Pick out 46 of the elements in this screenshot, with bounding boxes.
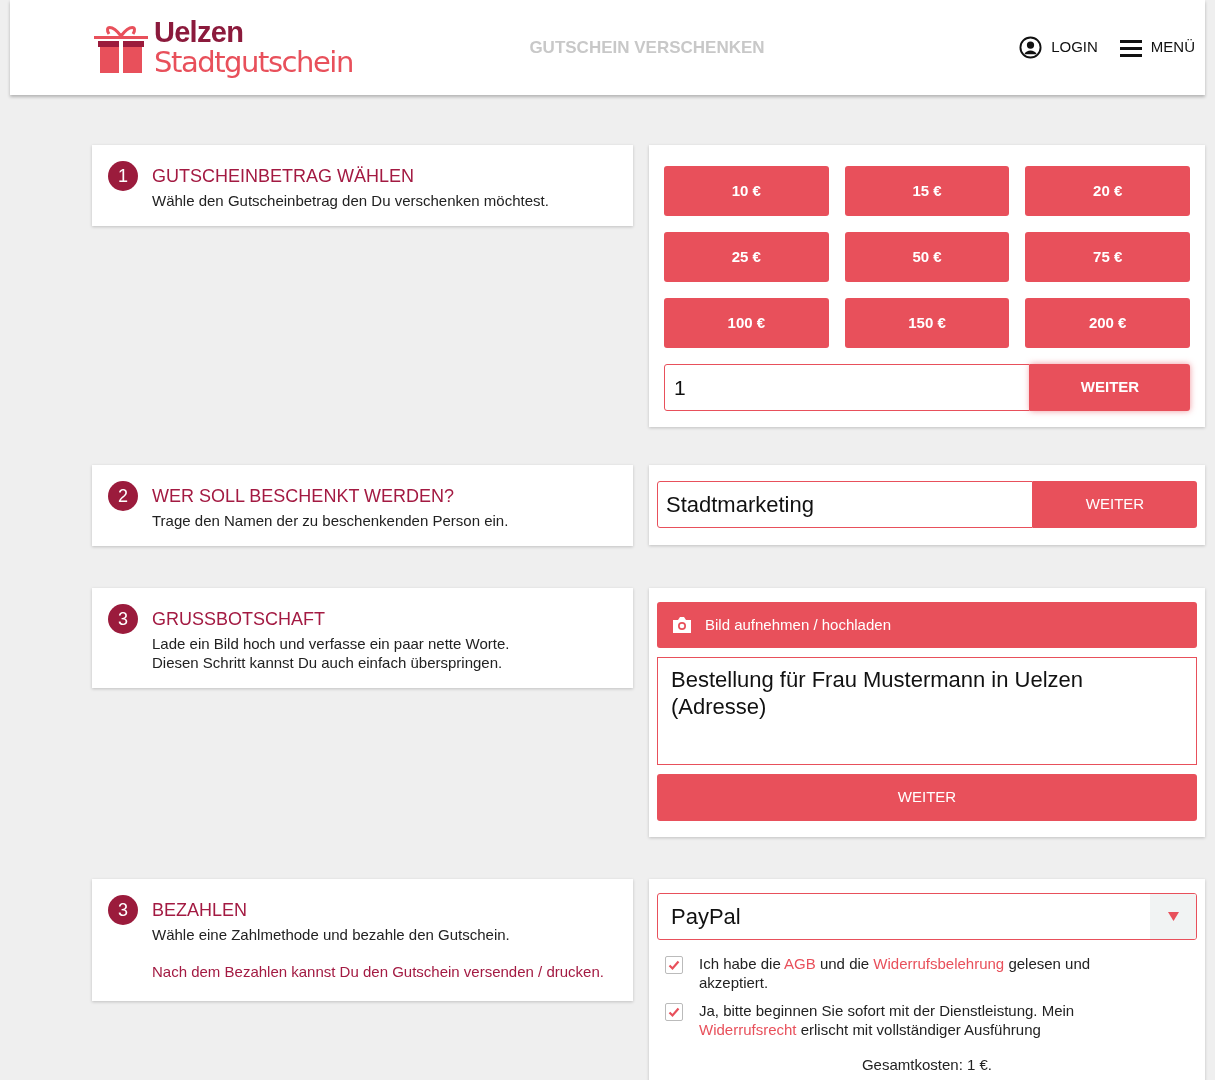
amount-button[interactable]: 10 € <box>664 166 829 216</box>
step-number: 3 <box>108 604 138 634</box>
continue-button[interactable]: WEITER <box>657 774 1197 821</box>
payment-method-select[interactable]: PayPal <box>657 893 1197 940</box>
step-number: 2 <box>108 481 138 511</box>
amount-button[interactable]: 100 € <box>664 298 829 348</box>
step-description: Wähle den Gutscheinbetrag den Du verschenken möchtest. <box>152 191 549 210</box>
step-description: Trage den Namen der zu beschenkenden Person ein. <box>152 511 509 530</box>
total-cost: Gesamtkosten: 1 €. <box>860 1055 994 1075</box>
step-title: GUTSCHEINBETRAG WÄHLEN <box>152 165 416 187</box>
camera-icon <box>671 616 693 634</box>
message-field[interactable]: Bestellung für Frau Mustermann in Uelzen (Adresse) <box>657 657 1197 765</box>
upload-button[interactable]: Bild aufnehmen / hochladen <box>657 602 1197 648</box>
dropdown-arrow-icon <box>1167 912 1179 921</box>
amount-button[interactable]: 75 € <box>1025 232 1190 282</box>
step-note: Nach dem Bezahlen kannst Du den Gutschein versenden / drucken. <box>152 962 604 981</box>
step-description: Lade ein Bild hoch und verfasse ein paar nette Worte. Diesen Schritt kannst Du auch einfach überspringen. <box>152 634 510 672</box>
step-number: 1 <box>108 161 138 191</box>
menu-button[interactable]: MENÜ <box>1119 36 1195 59</box>
amount-button[interactable]: 25 € <box>664 232 829 282</box>
quantity-field[interactable]: 1 <box>664 364 1030 411</box>
consent-text: Ich habe die AGB und die Widerrufsbelehrung gelesen und akzeptiert. <box>699 954 1092 992</box>
amount-button[interactable]: 150 € <box>844 298 1010 348</box>
terms-link[interactable]: Widerrufsbelehrung <box>873 955 1005 972</box>
recipient-field[interactable]: Stadtmarketing <box>657 481 1033 528</box>
logo-title: Uelzen <box>154 18 245 47</box>
step-title: WER SOLL BESCHENKT WERDEN? <box>152 485 456 507</box>
consent-text: Ja, bitte beginnen Sie sofort mit der Dienstleistung. Mein Widerrufsrecht erlischt mit vollständiger Ausführung <box>699 1001 1076 1039</box>
terms-link[interactable]: Widerrufsrecht <box>699 1021 797 1038</box>
amount-button[interactable]: 200 € <box>1025 298 1190 348</box>
menu-icon <box>1119 38 1142 57</box>
step-title: BEZAHLEN <box>152 899 249 921</box>
continue-button[interactable]: WEITER <box>1033 481 1197 528</box>
amount-button[interactable]: 20 € <box>1025 166 1190 216</box>
step-number: 3 <box>108 895 138 925</box>
login-button[interactable]: LOGIN <box>1019 36 1098 59</box>
amount-button[interactable]: 50 € <box>844 232 1010 282</box>
continue-button[interactable]: WEITER <box>1030 364 1190 411</box>
amount-button[interactable]: 15 € <box>844 166 1010 216</box>
step-title: GRUSSBOTSCHAFT <box>152 608 326 630</box>
step-description: Wähle eine Zahlmethode und bezahle den Gutschein. <box>152 925 511 944</box>
terms-link[interactable]: AGB <box>784 955 816 972</box>
logo-subtitle: Stadtgutschein <box>154 48 353 77</box>
consent-checkbox[interactable] <box>665 1003 683 1021</box>
user-icon <box>1019 36 1043 59</box>
consent-checkbox[interactable] <box>665 956 683 974</box>
